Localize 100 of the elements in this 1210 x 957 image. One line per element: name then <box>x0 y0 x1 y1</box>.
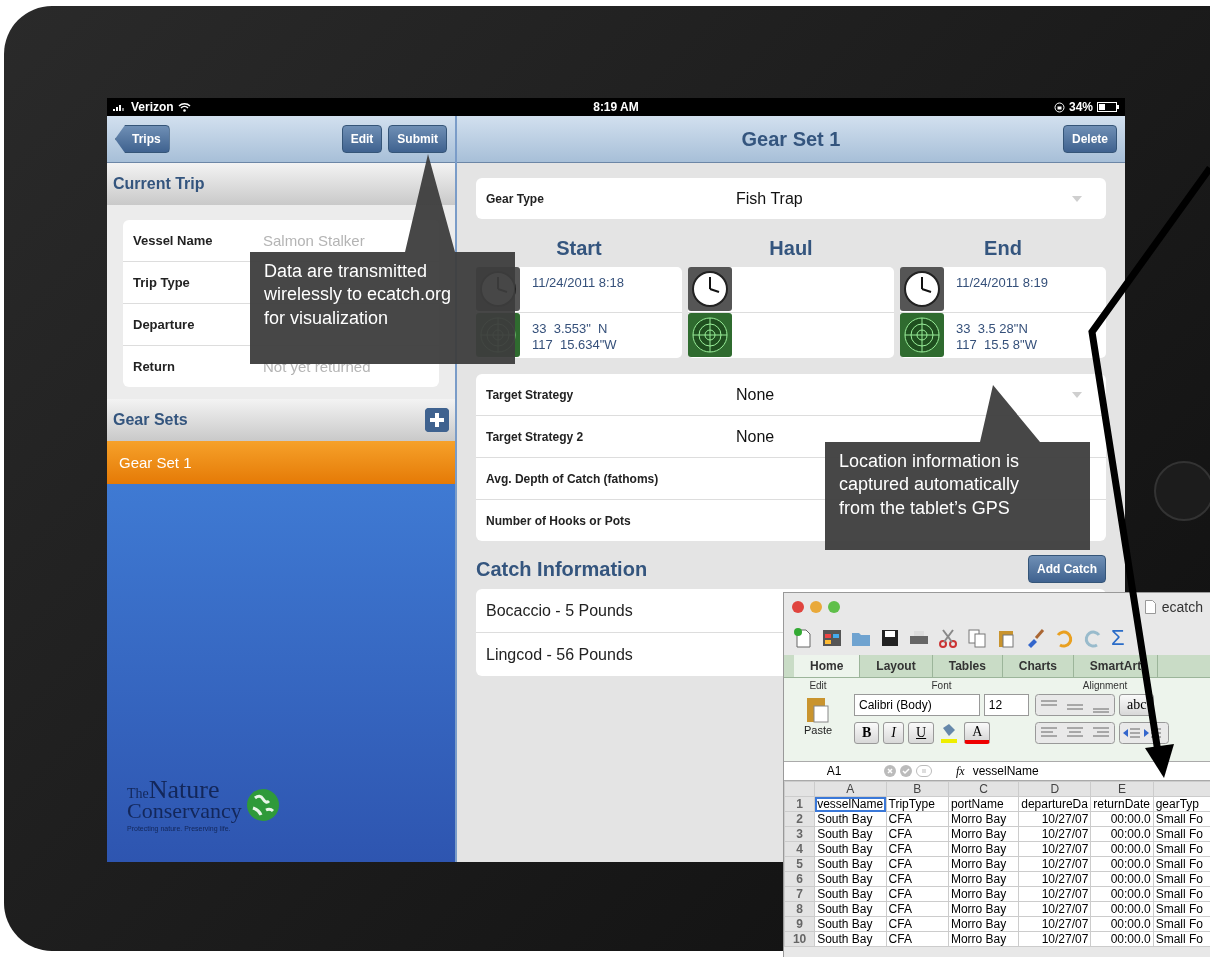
field-value[interactable]: None <box>736 385 1072 404</box>
column-header[interactable]: E <box>1090 781 1154 797</box>
table-cell: 00:00.0 <box>1090 886 1154 902</box>
ribbon-tab[interactable]: Charts <box>1002 655 1074 677</box>
add-icon[interactable] <box>425 408 449 432</box>
status-time: 8:19 AM <box>593 100 639 114</box>
ribbon-tab[interactable]: Home <box>794 655 861 677</box>
gallery-icon[interactable] <box>821 627 843 649</box>
dropdown-icon[interactable] <box>1072 195 1082 202</box>
table-cell: CFA <box>886 856 949 872</box>
formula-field[interactable]: vesselName <box>972 764 1039 778</box>
column-header[interactable]: D <box>1018 781 1091 797</box>
format-button[interactable]: U <box>908 722 935 744</box>
table-cell: Small Fo <box>1153 871 1210 887</box>
table-cell: vesselName <box>814 796 887 812</box>
table-cell: Morro Bay <box>948 841 1019 857</box>
column-header[interactable]: C <box>948 781 1019 797</box>
font-dropdown[interactable]: Calibri (Body) <box>854 694 980 716</box>
input-field[interactable]: Salmon Stalker <box>263 232 433 249</box>
dropdown-value[interactable]: Fish Trap <box>736 189 1072 208</box>
radar-icon <box>900 313 944 357</box>
table-cell: Small Fo <box>1153 901 1210 917</box>
field-label: Departure <box>132 317 196 332</box>
table-cell: 10/27/07 <box>1018 886 1091 902</box>
scissors-icon[interactable] <box>937 627 959 649</box>
add-catch-button[interactable]: Add Catch <box>1028 555 1106 583</box>
save-icon[interactable] <box>879 627 901 649</box>
table-cell: Small Fo <box>1153 841 1210 857</box>
table-cell: 00:00.0 <box>1090 856 1154 872</box>
table-cell: 10/27/07 <box>1018 826 1091 842</box>
table-cell: gearTyp <box>1153 796 1210 812</box>
fx-label: fx <box>955 763 966 779</box>
table-cell: 00:00.0 <box>1090 916 1154 932</box>
format-button[interactable]: B <box>854 722 880 744</box>
table-cell: CFA <box>886 931 949 947</box>
nav-button[interactable]: Submit <box>388 125 447 153</box>
ribbon-tab[interactable]: SmartArt <box>1073 655 1159 677</box>
group-label: Font <box>930 680 953 693</box>
battery-percent: 34% <box>1068 100 1093 114</box>
zoom-icon[interactable] <box>828 601 840 613</box>
field-label: Number of Hooks or Pots <box>486 513 632 528</box>
table-cell: Morro Bay <box>948 811 1019 827</box>
column-header[interactable]: A <box>814 781 887 797</box>
home-button[interactable] <box>1154 461 1210 521</box>
table-cell: departureDa <box>1018 796 1091 812</box>
section-header: Current Trip <box>113 175 205 193</box>
table-cell: Small Fo <box>1153 811 1210 827</box>
table-cell: CFA <box>886 886 949 902</box>
table-cell: 10/27/07 <box>1018 931 1091 947</box>
section-title: Catch Information <box>476 557 648 581</box>
align-icon[interactable] <box>1035 694 1115 716</box>
field-label: Trip Type <box>132 275 191 290</box>
table-cell: 10/27/07 <box>1018 811 1091 827</box>
table-cell: Morro Bay <box>948 886 1019 902</box>
column-header[interactable]: B <box>886 781 949 797</box>
table-cell: South Bay <box>814 901 887 917</box>
table-cell: South Bay <box>814 856 887 872</box>
logo-wordmark: TheNature Conservancy <box>127 777 242 821</box>
section-header: Gear Sets <box>113 411 188 429</box>
event-coordinates: 33 3.553" N 117 15.634"W <box>531 320 618 354</box>
dropdown-icon[interactable] <box>1072 391 1082 398</box>
table-cell: 10/27/07 <box>1018 901 1091 917</box>
table-cell: 00:00.0 <box>1090 931 1154 947</box>
name-box[interactable]: A1 <box>784 764 884 778</box>
copy-icon[interactable] <box>966 627 988 649</box>
event-time: 11/24/2011 8:19 <box>955 274 1050 292</box>
table-cell: South Bay <box>814 886 887 902</box>
back-button[interactable]: Trips <box>115 125 170 153</box>
table-cell: returnDate <box>1090 796 1154 812</box>
table-cell: 10/27/07 <box>1018 841 1091 857</box>
catch-item[interactable]: Lingcod - 56 Pounds <box>486 645 633 664</box>
table-cell: Morro Bay <box>948 901 1019 917</box>
field-value[interactable]: None <box>736 427 1096 446</box>
format-button[interactable]: I <box>883 722 904 744</box>
table-cell: CFA <box>886 916 949 932</box>
field-label: Target Strategy 2 <box>486 429 585 444</box>
equals-icon[interactable] <box>916 765 932 777</box>
radar-icon <box>688 313 732 357</box>
group-label: Edit <box>808 680 828 693</box>
table-cell: Small Fo <box>1153 916 1210 932</box>
sum-glyph[interactable]: Σ <box>1111 625 1125 651</box>
delete-button[interactable]: Delete <box>1062 125 1117 153</box>
table-cell: Morro Bay <box>948 856 1019 872</box>
paste-button[interactable]: Paste <box>788 694 848 736</box>
close-icon[interactable] <box>792 601 804 613</box>
table-cell: 00:00.0 <box>1090 871 1154 887</box>
minimize-icon[interactable] <box>810 601 822 613</box>
check-icon[interactable] <box>900 765 912 777</box>
size-dropdown[interactable]: 12 <box>983 694 1029 716</box>
new-document-icon[interactable] <box>792 627 814 649</box>
ribbon-tab[interactable]: Layout <box>860 655 933 677</box>
table-cell: Small Fo <box>1153 931 1210 947</box>
document-icon <box>1144 600 1156 614</box>
table-cell: Morro Bay <box>948 916 1019 932</box>
font-color-button[interactable]: A <box>964 722 991 744</box>
cancel-icon[interactable] <box>884 765 896 777</box>
nav-button[interactable]: Edit <box>341 125 383 153</box>
ribbon-tab[interactable]: Tables <box>932 655 1003 677</box>
catch-item[interactable]: Bocaccio - 5 Pounds <box>486 601 633 620</box>
table-cell: 00:00.0 <box>1090 826 1154 842</box>
